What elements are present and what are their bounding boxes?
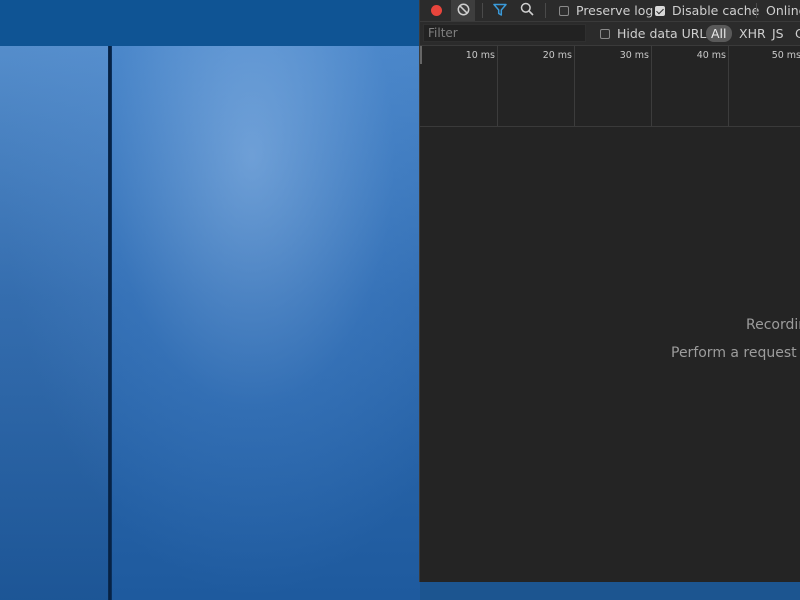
- timeline-tick-label: 40 ms: [696, 50, 726, 61]
- network-empty-state: Recordin Perform a request or: [420, 127, 800, 582]
- timeline-gridline: [497, 46, 498, 126]
- clear-icon: [457, 3, 470, 19]
- timeline-gridline: [574, 46, 575, 126]
- hide-data-urls-label: Hide data URLs: [617, 26, 713, 41]
- disable-cache-toggle[interactable]: Disable cache: [655, 0, 759, 21]
- page-panel-divider: [108, 46, 112, 600]
- recording-message: Recordin: [746, 317, 800, 333]
- devtools-network-panel: Preserve log Disable cache Online Hide d…: [419, 0, 800, 582]
- filter-toggle-button[interactable]: [490, 0, 510, 21]
- perform-request-hint: Perform a request or: [671, 345, 800, 361]
- resource-type-js[interactable]: JS: [772, 22, 784, 45]
- hide-data-urls-toggle[interactable]: Hide data URLs: [600, 22, 713, 45]
- disable-cache-label: Disable cache: [672, 3, 760, 18]
- record-icon: [430, 5, 442, 16]
- throttling-select[interactable]: Online: [766, 0, 800, 21]
- timeline-gridline: [728, 46, 729, 126]
- record-button[interactable]: [424, 0, 448, 21]
- page-left-panel: [0, 46, 108, 600]
- throttling-value: Online: [766, 3, 800, 18]
- timeline-tick-label: 10 ms: [465, 50, 495, 61]
- network-filter-bar: Hide data URLs All XHR JS C: [420, 22, 800, 46]
- resource-type-xhr[interactable]: XHR: [739, 22, 766, 45]
- toolbar-separator: [756, 3, 757, 18]
- network-overview-timeline[interactable]: 10 ms 20 ms 30 ms 40 ms 50 ms: [420, 46, 800, 127]
- timeline-tick-label: 50 ms: [771, 50, 800, 61]
- preserve-log-label: Preserve log: [576, 3, 654, 18]
- filter-icon: [493, 3, 507, 19]
- hide-data-urls-checkbox[interactable]: [600, 28, 610, 39]
- page-bottom-edge: [420, 582, 800, 600]
- preserve-log-checkbox[interactable]: [559, 5, 569, 16]
- resource-type-all[interactable]: All: [706, 25, 732, 42]
- toolbar-separator: [482, 3, 483, 18]
- clear-button[interactable]: [451, 0, 475, 21]
- timeline-start-marker: [420, 46, 422, 64]
- resource-type-css[interactable]: C: [795, 22, 800, 45]
- network-toolbar: Preserve log Disable cache Online: [420, 0, 800, 22]
- timeline-gridline: [651, 46, 652, 126]
- page-header: [0, 0, 420, 47]
- timeline-tick-label: 20 ms: [542, 50, 572, 61]
- search-icon: [520, 2, 534, 19]
- screen: Preserve log Disable cache Online Hide d…: [0, 0, 800, 600]
- filter-input[interactable]: [423, 24, 586, 42]
- preserve-log-toggle[interactable]: Preserve log: [559, 0, 653, 21]
- search-button[interactable]: [517, 0, 537, 21]
- toolbar-separator: [545, 3, 546, 18]
- timeline-tick-label: 30 ms: [619, 50, 649, 61]
- disable-cache-checkbox[interactable]: [655, 5, 665, 16]
